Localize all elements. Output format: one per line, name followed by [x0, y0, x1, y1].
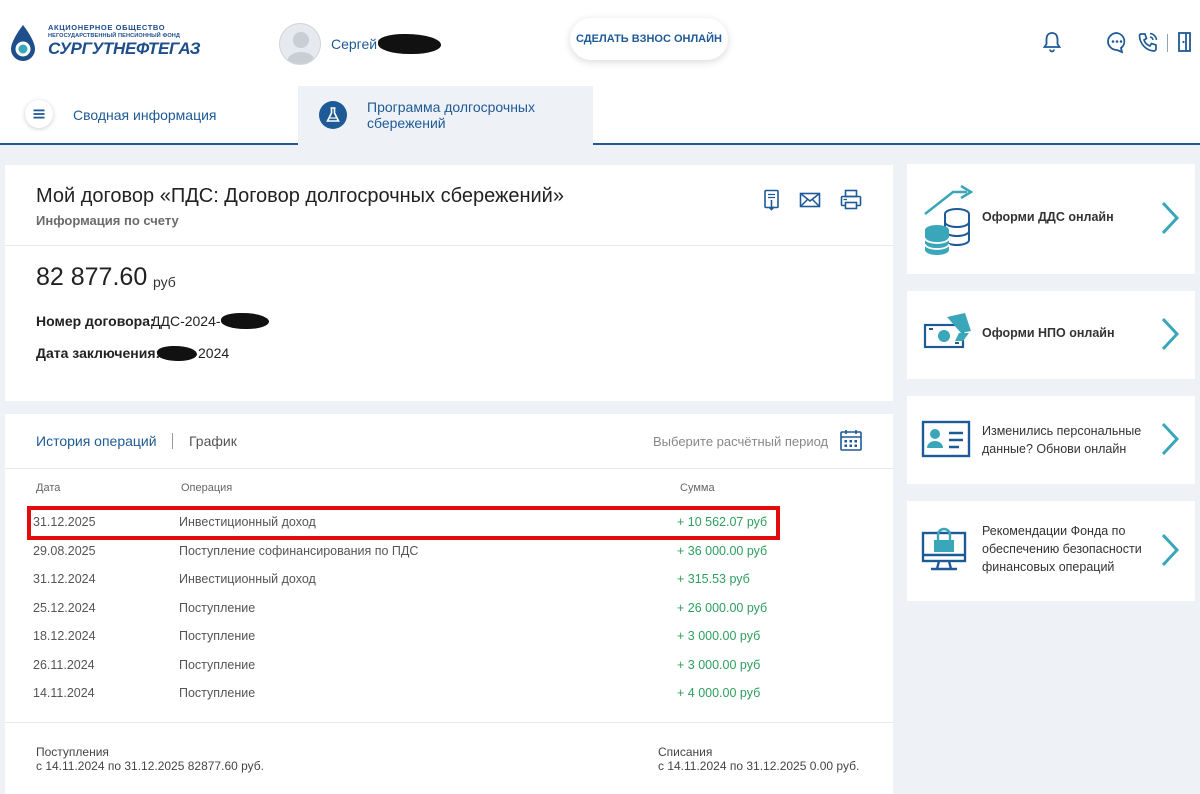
- row-operation: Поступление: [179, 657, 256, 672]
- table-row: 25.12.2024 Поступление + 26 000.00 руб: [5, 601, 893, 629]
- money-hand-icon: [923, 313, 971, 349]
- row-date: 14.11.2024: [33, 686, 95, 700]
- tab-separator: [172, 433, 173, 449]
- row-operation: Инвестиционный доход: [179, 572, 316, 586]
- chevron-right-icon[interactable]: [1157, 532, 1181, 568]
- contract-card: Мой договор «ПДС: Договор долгосрочных с…: [5, 165, 893, 401]
- logo-line1: АКЦИОНЕРНОЕ ОБЩЕСТВО: [48, 23, 166, 32]
- tab-long-term-savings[interactable]: Программа долгосрочных сбережений: [298, 86, 593, 145]
- tabs-underline: [593, 143, 1200, 145]
- table-row: 31.12.2024 Инвестиционный доход + 315.53…: [5, 572, 893, 600]
- row-amount: + 4 000.00 руб: [677, 686, 761, 700]
- mail-icon[interactable]: [799, 189, 821, 211]
- promo-personal-data-text: Изменились персональные данные? Обнови о…: [982, 424, 1142, 456]
- income-text: с 14.11.2024 по 31.12.2025 82877.60 руб.: [36, 759, 264, 773]
- tab-long-term-savings-label: Программа долгосрочных сбережений: [367, 99, 535, 131]
- tab-operations-history[interactable]: История операций: [36, 433, 157, 449]
- contract-number-label: Номер договора:: [36, 313, 155, 329]
- expense-text: с 14.11.2024 по 31.12.2025 0.00 руб.: [658, 759, 860, 773]
- phone-icon[interactable]: [1136, 30, 1160, 54]
- row-operation: Поступление: [179, 686, 256, 700]
- expense-summary: Списания с 14.11.2024 по 31.12.2025 0.00…: [658, 745, 859, 773]
- bell-icon[interactable]: [1040, 30, 1064, 54]
- divider: [5, 468, 893, 469]
- id-card-icon: [921, 420, 971, 458]
- promo-npo-text: Оформи НПО онлайн: [982, 326, 1115, 340]
- promo-dds-online[interactable]: Оформи ДДС онлайн: [907, 164, 1195, 274]
- column-header-date: Дата: [36, 482, 61, 494]
- document-download-icon[interactable]: [761, 189, 783, 211]
- contract-number-value: ДДС-2024-: [151, 313, 221, 329]
- divider: [5, 722, 893, 723]
- promo-security-text: Рекомендации Фонда по обеспечению безопа…: [982, 524, 1142, 574]
- row-date: 31.12.2024: [33, 572, 96, 586]
- logout-icon[interactable]: [1173, 30, 1197, 54]
- highlight-box: [27, 506, 780, 540]
- redacted-contract-date: [157, 346, 197, 361]
- row-operation: Поступление: [179, 629, 256, 643]
- redacted-surname: [378, 34, 441, 54]
- chevron-right-icon[interactable]: [1157, 200, 1181, 236]
- promo-npo-online[interactable]: Оформи НПО онлайн: [907, 291, 1195, 379]
- contract-title: Мой договор «ПДС: Договор долгосрочных с…: [36, 185, 564, 207]
- redacted-contract-number: [221, 313, 269, 329]
- header: АКЦИОНЕРНОЕ ОБЩЕСТВО НЕГОСУДАРСТВЕННЫЙ П…: [0, 0, 1200, 145]
- account-balance: 82 877.60: [36, 263, 148, 291]
- contract-date-value: 2024: [198, 345, 230, 361]
- header-separator: [1167, 34, 1168, 52]
- table-row: 18.12.2024 Поступление + 3 000.00 руб: [5, 629, 893, 657]
- promo-update-personal-data[interactable]: Изменились персональные данные? Обнови о…: [907, 396, 1195, 484]
- period-select-label[interactable]: Выберите расчётный период: [653, 434, 828, 449]
- row-amount: + 315.53 руб: [677, 572, 750, 586]
- divider: [5, 245, 893, 246]
- table-row: 29.08.2025 Поступление софинансирования …: [5, 544, 893, 572]
- row-amount: + 36 000.00 руб: [677, 543, 768, 558]
- tab-summary-label: Сводная информация: [73, 107, 217, 123]
- income-title: Поступления: [36, 745, 109, 759]
- row-date: 26.11.2024: [33, 657, 95, 672]
- column-header-operation: Операция: [181, 482, 233, 494]
- logo-line3: СУРГУТНЕФТЕГАЗ: [48, 39, 201, 58]
- balance-unit: руб: [153, 274, 176, 290]
- contract-subtitle: Информация по счету: [36, 213, 179, 228]
- row-date: 25.12.2024: [33, 600, 96, 615]
- computer-lock-icon: [921, 527, 967, 571]
- user-name[interactable]: Сергей: [331, 36, 377, 52]
- income-summary: Поступления с 14.11.2024 по 31.12.2025 8…: [36, 745, 264, 773]
- flask-icon: [319, 101, 347, 129]
- promo-security-recommendations[interactable]: Рекомендации Фонда по обеспечению безопа…: [907, 501, 1195, 601]
- row-date: 18.12.2024: [33, 629, 96, 643]
- column-header-amount: Сумма: [680, 482, 715, 494]
- row-operation: Поступление софинансирования по ПДС: [179, 543, 419, 558]
- row-date: 29.08.2025: [33, 543, 96, 558]
- coins-growth-icon: [924, 184, 974, 255]
- contract-date-label: Дата заключения:: [36, 345, 161, 361]
- row-amount: + 3 000.00 руб: [677, 657, 761, 672]
- user-silhouette-icon: [287, 32, 315, 64]
- table-row: 26.11.2024 Поступление + 3 000.00 руб: [5, 658, 893, 686]
- calendar-icon[interactable]: [839, 428, 863, 452]
- table-row: 14.11.2024 Поступление + 4 000.00 руб: [5, 686, 893, 714]
- avatar[interactable]: [279, 23, 321, 65]
- chat-icon[interactable]: [1105, 30, 1129, 54]
- tab-summary[interactable]: Сводная информация: [0, 86, 298, 145]
- fund-logo[interactable]: АКЦИОНЕРНОЕ ОБЩЕСТВО НЕГОСУДАРСТВЕННЫЙ П…: [8, 22, 201, 64]
- make-contribution-button[interactable]: СДЕЛАТЬ ВЗНОС ОНЛАЙН: [570, 18, 728, 60]
- chevron-right-icon[interactable]: [1157, 316, 1181, 352]
- promo-dds-text: Оформи ДДС онлайн: [982, 210, 1114, 224]
- menu-icon[interactable]: [25, 100, 53, 128]
- printer-icon[interactable]: [840, 189, 862, 211]
- row-amount: + 3 000.00 руб: [677, 629, 761, 643]
- row-amount: + 26 000.00 руб: [677, 600, 768, 615]
- row-operation: Поступление: [179, 600, 256, 615]
- drop-logo-icon: [11, 25, 35, 61]
- chevron-right-icon[interactable]: [1157, 421, 1181, 457]
- history-card: История операций График Выберите расчётн…: [5, 414, 893, 794]
- tab-chart[interactable]: График: [189, 433, 237, 449]
- expense-title: Списания: [658, 745, 713, 759]
